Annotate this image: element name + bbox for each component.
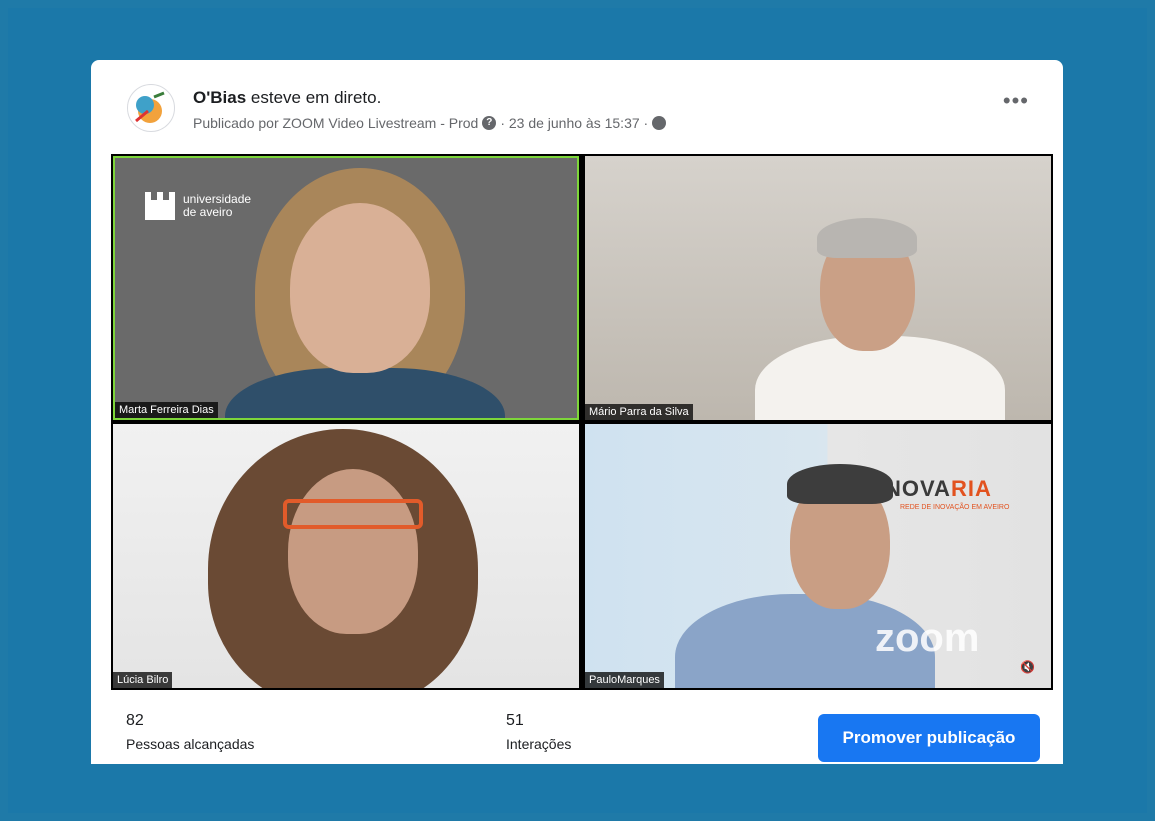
- post-title: O'Bias esteve em direto.: [193, 88, 381, 108]
- university-crest-icon: [145, 192, 175, 220]
- video-tile-speaker-3: Lúcia Bilro: [113, 424, 579, 688]
- reach-label: Pessoas alcançadas: [126, 736, 255, 752]
- video-tile-speaker-1: universidade de aveiro Marta Ferreira Di…: [113, 156, 579, 420]
- inovaria-tagline: REDE DE INOVAÇÃO EM AVEIRO: [900, 504, 1010, 511]
- university-logo: universidade de aveiro: [145, 192, 251, 220]
- video-tile-speaker-4: NOVARIA REDE DE INOVAÇÃO EM AVEIRO zoom …: [585, 424, 1051, 688]
- glasses: [283, 499, 423, 529]
- page-name-link[interactable]: O'Bias: [193, 88, 246, 107]
- post-footer: 82 Pessoas alcançadas 51 Interações Prom…: [91, 690, 1063, 764]
- obias-logo-icon: [135, 91, 165, 123]
- promote-post-button[interactable]: Promover publicação: [818, 714, 1040, 762]
- facebook-post-card: O'Bias esteve em direto. Publicado por Z…: [91, 60, 1063, 764]
- interactions-stat[interactable]: 51 Interações: [506, 712, 571, 752]
- participant-name: Lúcia Bilro: [113, 672, 173, 688]
- page-avatar[interactable]: [127, 84, 175, 132]
- live-video[interactable]: universidade de aveiro Marta Ferreira Di…: [111, 154, 1053, 690]
- globe-icon[interactable]: [652, 116, 667, 130]
- mute-icon: 🔇: [1020, 660, 1035, 674]
- university-name-line2: de aveiro: [183, 205, 233, 219]
- reach-count: 82: [126, 712, 144, 729]
- interactions-label: Interações: [506, 736, 572, 752]
- zoom-watermark: zoom: [875, 616, 980, 660]
- post-status: esteve em direto.: [250, 88, 382, 107]
- participant-name: Mário Parra da Silva: [585, 404, 693, 420]
- participant-name: PauloMarques: [585, 672, 664, 688]
- participant-face: [290, 203, 430, 373]
- post-meta: Publicado por ZOOM Video Livestream - Pr…: [193, 115, 667, 131]
- participant-hair: [817, 218, 917, 258]
- participant-face: [288, 469, 418, 634]
- video-tile-speaker-2: Mário Parra da Silva: [585, 156, 1051, 420]
- post-date[interactable]: · 23 de junho às 15:37 ·: [500, 115, 648, 131]
- help-icon[interactable]: ?: [482, 116, 497, 130]
- participant-body: [225, 368, 505, 418]
- post-header: O'Bias esteve em direto. Publicado por Z…: [91, 60, 1063, 154]
- inovaria-logo: NOVARIA: [885, 476, 992, 501]
- interactions-count: 51: [506, 712, 524, 729]
- more-options-button[interactable]: •••: [1003, 90, 1029, 112]
- reach-stat[interactable]: 82 Pessoas alcançadas: [126, 712, 254, 752]
- participant-name: Marta Ferreira Dias: [115, 402, 218, 418]
- published-by: Publicado por ZOOM Video Livestream - Pr…: [193, 115, 479, 131]
- participant-hair: [787, 464, 893, 504]
